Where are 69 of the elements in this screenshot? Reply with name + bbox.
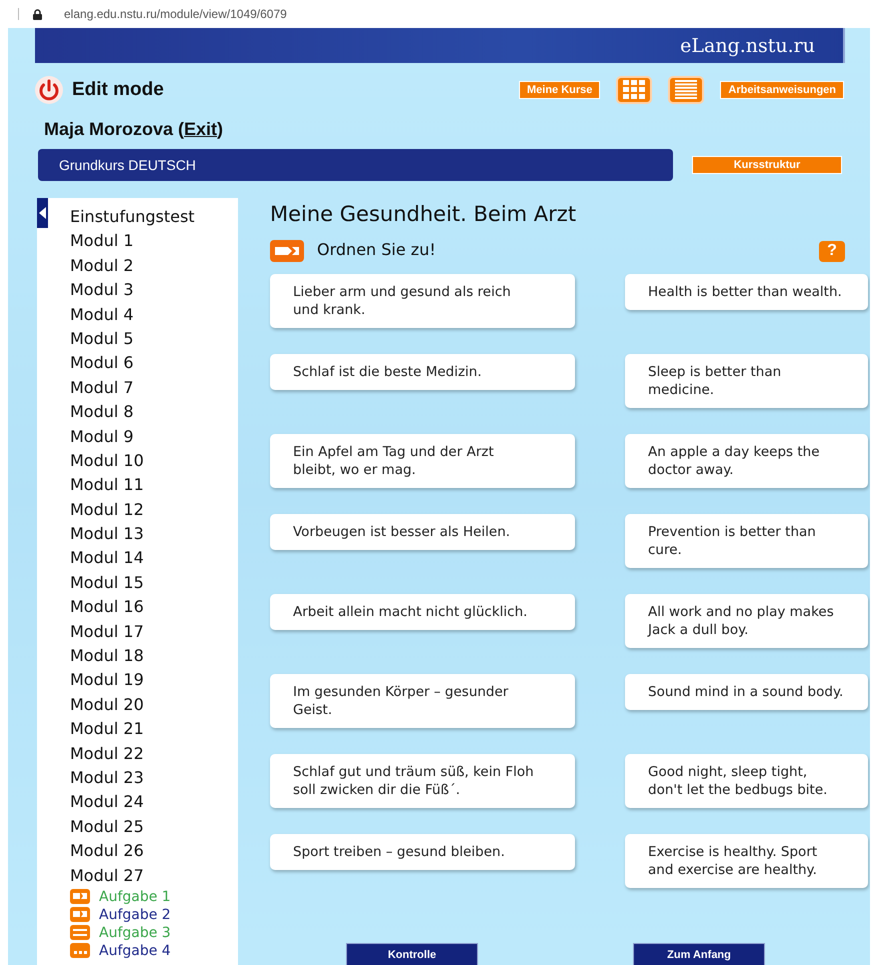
module-link[interactable]: Modul 6 bbox=[70, 351, 238, 376]
phrase-card[interactable]: Lieber arm und gesund als reich und krank. bbox=[270, 274, 575, 328]
dots-icon bbox=[70, 943, 90, 958]
translation-card[interactable]: An apple a day keeps the doctor away. bbox=[625, 434, 868, 488]
module-link[interactable]: Modul 1 bbox=[70, 229, 238, 254]
module-link[interactable]: Modul 18 bbox=[70, 644, 238, 668]
course-title: Grundkurs DEUTSCH bbox=[59, 157, 196, 173]
phrase-card[interactable]: Ein Apfel am Tag und der Arzt bleibt, wo er mag. bbox=[270, 434, 575, 488]
action-button[interactable]: Zum Anfang bbox=[633, 943, 765, 965]
module-link[interactable]: Modul 7 bbox=[70, 376, 238, 400]
task-link[interactable]: Aufgabe 4 bbox=[99, 942, 171, 959]
module-link[interactable]: Modul 12 bbox=[70, 498, 238, 522]
module-link[interactable]: Modul 16 bbox=[70, 595, 238, 620]
phrase-card[interactable]: Im gesunden Körper – gesunder Geist. bbox=[270, 674, 575, 728]
exit-link[interactable]: Exit bbox=[184, 119, 218, 140]
phrase-card[interactable]: Arbeit allein macht nicht glücklich. bbox=[270, 594, 575, 630]
module-link[interactable]: Modul 9 bbox=[70, 424, 238, 449]
translation-card[interactable]: Health is better than wealth. bbox=[625, 274, 868, 310]
module-link[interactable]: Modul 8 bbox=[70, 400, 238, 425]
power-icon[interactable] bbox=[34, 75, 64, 105]
module-link[interactable]: Modul 10 bbox=[70, 448, 238, 474]
module-link[interactable]: Modul 26 bbox=[70, 839, 238, 864]
phrase-card[interactable]: Schlaf gut und träum süß, kein Floh soll zwicken dir die Füß´. bbox=[270, 754, 575, 808]
translation-card[interactable]: All work and no play makes Jack a dull boy. bbox=[625, 594, 868, 648]
module-link[interactable]: Modul 2 bbox=[70, 254, 238, 278]
mode-label: Edit mode bbox=[72, 79, 164, 101]
translation-card[interactable]: Sound mind in a sound body. bbox=[625, 674, 868, 710]
user-name: Maja Morozova bbox=[44, 119, 174, 140]
url-text[interactable]: elang.edu.nstu.ru/module/view/1049/6079 bbox=[64, 7, 287, 21]
match-icon bbox=[70, 889, 90, 904]
action-button[interactable]: Kontrolle bbox=[346, 943, 478, 965]
collapse-button[interactable] bbox=[37, 198, 48, 228]
module-link[interactable]: Modul 5 bbox=[70, 326, 238, 352]
module-link[interactable]: Modul 15 bbox=[70, 570, 238, 596]
module-link[interactable]: Modul 21 bbox=[70, 717, 238, 742]
module-link[interactable]: Modul 25 bbox=[70, 814, 238, 840]
translation-card[interactable]: Sleep is better than medicine. bbox=[625, 354, 868, 408]
module-link[interactable]: Modul 17 bbox=[70, 620, 238, 644]
caret-icon bbox=[38, 207, 46, 219]
bracket-text: ( bbox=[178, 119, 184, 140]
bracket-text: ) bbox=[217, 119, 224, 140]
match-icon bbox=[70, 907, 90, 922]
phrase-card[interactable]: Vorbeugen ist besser als Heilen. bbox=[270, 514, 575, 550]
instruction-text: Ordnen Sie zu! bbox=[317, 240, 436, 259]
module-link[interactable]: Modul 19 bbox=[70, 668, 238, 693]
phrase-card[interactable]: Schlaf ist die beste Medizin. bbox=[270, 354, 575, 390]
module-link[interactable]: Modul 4 bbox=[70, 302, 238, 327]
module-link[interactable]: Modul 22 bbox=[70, 742, 238, 766]
module-link[interactable]: Einstufungstest bbox=[70, 205, 238, 230]
site-name: eLang.nstu.ru bbox=[680, 34, 815, 56]
lock-icon bbox=[33, 8, 42, 20]
module-link[interactable]: Modul 14 bbox=[70, 546, 238, 571]
list-button[interactable] bbox=[668, 76, 704, 104]
module-link[interactable]: Modul 3 bbox=[70, 278, 238, 303]
grid-button[interactable] bbox=[616, 76, 652, 104]
module-link[interactable]: Modul 27 bbox=[70, 864, 238, 888]
translation-card[interactable]: Prevention is better than cure. bbox=[625, 514, 868, 568]
module-link[interactable]: Modul 24 bbox=[70, 790, 238, 815]
translation-card[interactable]: Good night, sleep tight, don't let the bedbugs bite. bbox=[625, 754, 868, 808]
module-link[interactable]: Modul 20 bbox=[70, 692, 238, 718]
lines-icon bbox=[70, 925, 90, 940]
task-link[interactable]: Aufgabe 2 bbox=[99, 906, 171, 923]
module-link[interactable]: Modul 13 bbox=[70, 522, 238, 546]
module-link[interactable]: Modul 23 bbox=[70, 766, 238, 790]
translation-card[interactable]: Exercise is healthy. Sport and exercise are healthy. bbox=[625, 834, 868, 888]
module-link[interactable]: Modul 11 bbox=[70, 473, 238, 498]
phrase-card[interactable]: Sport treiben – gesund bleiben. bbox=[270, 834, 575, 870]
exercise-title: Meine Gesundheit. Beim Arzt bbox=[270, 202, 578, 226]
match-icon bbox=[270, 240, 304, 262]
